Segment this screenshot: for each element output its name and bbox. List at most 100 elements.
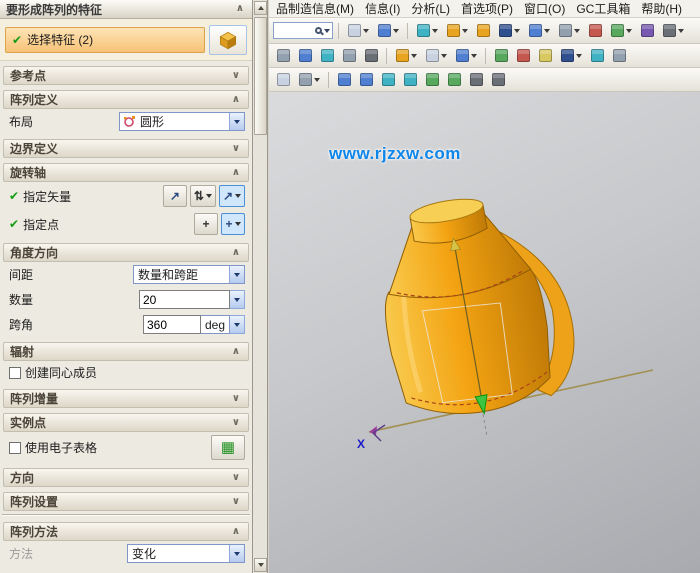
scroll-up-button[interactable]	[254, 1, 267, 15]
control-point-snap-icon[interactable]	[378, 70, 398, 89]
sketch-icon[interactable]	[374, 21, 402, 40]
section-view-icon[interactable]	[587, 46, 607, 65]
rotate-view-icon[interactable]	[361, 46, 381, 65]
create-concentric-checkbox[interactable]	[9, 367, 21, 379]
graphics-window[interactable]: www.rjzxw.com	[269, 92, 700, 573]
wireframe-style-icon[interactable]	[422, 46, 450, 65]
section-orientation[interactable]: 方向 ∨	[3, 468, 249, 487]
section-instance-points[interactable]: 实例点 ∨	[3, 413, 249, 432]
pan-icon[interactable]	[339, 46, 359, 65]
datum-plane-icon[interactable]	[413, 21, 441, 40]
section-angle-direction[interactable]: 角度方向 ∧	[3, 243, 249, 262]
menu-item-analysis[interactable]: 分析(L)	[410, 0, 451, 17]
intersection-snap-icon[interactable]	[400, 70, 420, 89]
method-select[interactable]: 变化	[127, 544, 245, 563]
show-hide-icon[interactable]	[491, 46, 511, 65]
shaded-style-icon[interactable]	[392, 46, 420, 65]
section-rotation-axis[interactable]: 旋转轴 ∧	[3, 163, 249, 182]
specify-vector-row: ✔ 指定矢量 ↗ ⇅ ↗	[0, 182, 252, 210]
section-pattern-settings[interactable]: 阵列设置 ∨	[3, 492, 249, 511]
section-pattern-increment[interactable]: 阵列增量 ∨	[3, 389, 249, 408]
refresh-icon[interactable]	[273, 46, 293, 65]
feature-cube-button[interactable]	[209, 25, 247, 55]
menu-item-help[interactable]: 帮助(H)	[640, 0, 683, 17]
spacing-select[interactable]: 数量和跨距	[133, 265, 245, 284]
fit-view-icon[interactable]	[295, 46, 315, 65]
end-point-snap-icon[interactable]	[334, 70, 354, 89]
span-options-button[interactable]	[230, 315, 245, 334]
edge-blend-icon[interactable]	[555, 21, 583, 40]
menu-item-gc-toolbox[interactable]: GC工具箱	[575, 0, 631, 17]
menu-item-pmi[interactable]: 品制造信息(M)	[275, 0, 355, 17]
section-pattern-definition[interactable]: 阵列定义 ∧	[3, 90, 249, 109]
enable-snap-icon[interactable]	[273, 70, 293, 89]
separator	[485, 48, 486, 64]
section-reference-point[interactable]: 参考点 ∨	[3, 66, 249, 85]
chamfer-icon[interactable]	[585, 21, 605, 40]
command-finder-input[interactable]	[273, 22, 333, 39]
arc-center-snap-icon[interactable]	[422, 70, 442, 89]
point-inferred-button[interactable]: +	[221, 213, 245, 235]
layout-select[interactable]: 圆形	[119, 112, 245, 131]
unit-box[interactable]: deg	[201, 315, 230, 334]
window-icon[interactable]	[609, 46, 629, 65]
point-on-curve-snap-icon[interactable]	[488, 70, 508, 89]
selection-filter-icon[interactable]	[295, 70, 323, 89]
dropdown-arrow-icon[interactable]	[229, 545, 244, 562]
more-commands-icon[interactable]	[659, 21, 687, 40]
edit-spreadsheet-button[interactable]: ▦	[211, 435, 245, 460]
pattern-method-label: 阵列方法	[10, 523, 230, 540]
spacing-label: 间距	[9, 266, 33, 283]
create-concentric-label: 创建同心成员	[25, 364, 97, 381]
separator	[328, 72, 329, 88]
scrollbar-thumb[interactable]	[254, 17, 267, 135]
check-icon: ✔	[12, 33, 22, 47]
count-label: 数量	[9, 291, 33, 308]
hole-icon[interactable]	[473, 21, 493, 40]
axis-tick-2	[373, 433, 381, 441]
existing-point-snap-icon[interactable]	[466, 70, 486, 89]
select-feature-label: 选择特征 (2)	[27, 31, 93, 48]
dropdown-arrow-icon[interactable]	[229, 266, 244, 283]
zoom-icon[interactable]	[317, 46, 337, 65]
count-input[interactable]	[139, 290, 230, 309]
vector-dialog-button[interactable]: ↗	[163, 185, 187, 207]
scroll-down-button[interactable]	[254, 558, 267, 572]
view-orient-icon[interactable]	[452, 46, 480, 65]
dialog-title-bar[interactable]: 要形成阵列的特征 ∧	[0, 0, 252, 19]
use-spreadsheet-checkbox[interactable]	[9, 442, 21, 454]
select-feature-row[interactable]: ✔ 选择特征 (2)	[5, 27, 205, 53]
layer-settings-icon[interactable]	[513, 46, 533, 65]
point-dialog-button[interactable]: +	[194, 213, 218, 235]
measure-icon[interactable]	[557, 46, 585, 65]
collapse-dialog-icon[interactable]: ∧	[234, 4, 246, 14]
extrude-icon[interactable]	[443, 21, 471, 40]
shell-icon[interactable]	[637, 21, 657, 40]
dialog-scrollbar[interactable]	[253, 0, 268, 573]
menu-item-information[interactable]: 信息(I)	[364, 0, 401, 17]
section-pattern-method[interactable]: 阵列方法 ∧	[3, 522, 249, 541]
trim-body-icon[interactable]	[607, 21, 635, 40]
unit-label: deg	[205, 318, 225, 332]
span-angle-input[interactable]	[143, 315, 201, 334]
section-radiate[interactable]: 辐射 ∧	[3, 342, 249, 361]
chevron-down-icon: ∨	[230, 497, 242, 507]
dropdown-arrow-icon[interactable]	[229, 113, 244, 130]
mid-point-snap-icon[interactable]	[356, 70, 376, 89]
pattern-feature-icon[interactable]	[495, 21, 523, 40]
quadrant-snap-icon[interactable]	[444, 70, 464, 89]
menu-item-window[interactable]: 窗口(O)	[523, 0, 566, 17]
count-options-button[interactable]	[230, 290, 245, 309]
span-angle-field-group: deg	[143, 315, 245, 334]
section-boundary-definition[interactable]: 边界定义 ∨	[3, 139, 249, 158]
separator	[386, 48, 387, 64]
inferred-vector-button[interactable]: ⇅	[190, 185, 216, 207]
menu-grid-icon[interactable]	[344, 21, 372, 40]
vector-icon: ↗	[223, 190, 233, 202]
unite-icon[interactable]	[525, 21, 553, 40]
menu-bar: 品制造信息(M) 信息(I) 分析(L) 首选项(P) 窗口(O) GC工具箱 …	[269, 0, 700, 18]
vector-direction-button[interactable]: ↗	[219, 185, 245, 207]
wcs-icon[interactable]	[535, 46, 555, 65]
menu-item-preferences[interactable]: 首选项(P)	[460, 0, 514, 17]
separator	[407, 23, 408, 39]
